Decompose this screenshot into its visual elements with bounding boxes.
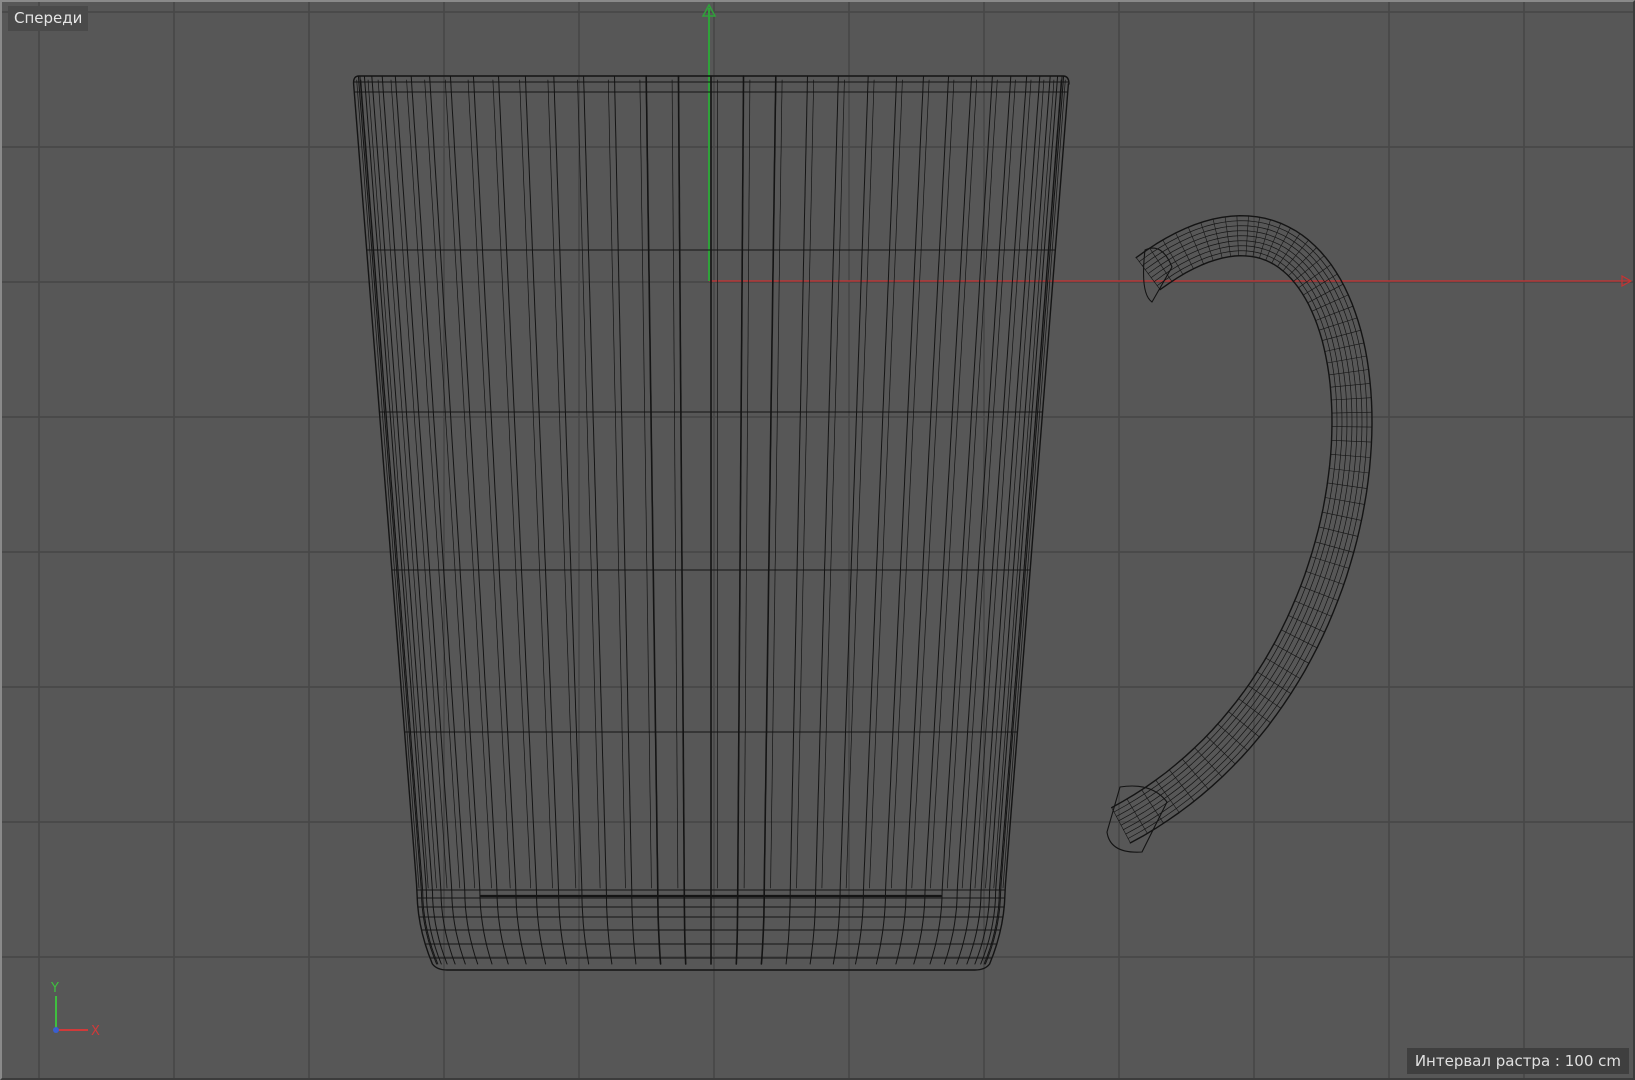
axis-gizmo: Y X bbox=[50, 981, 100, 1038]
mug-handle-segment bbox=[1321, 329, 1362, 341]
mug-handle-segment bbox=[1331, 426, 1373, 428]
gizmo-x-label: X bbox=[91, 1024, 100, 1038]
mug-meridian bbox=[472, 75, 527, 965]
mug-rib bbox=[577, 79, 601, 889]
mug-handle-segment bbox=[1324, 342, 1365, 352]
mug-meridian bbox=[956, 75, 1028, 965]
mug-handle-segment bbox=[1314, 541, 1354, 553]
mug-meridian bbox=[735, 75, 745, 965]
mug-handle-segment bbox=[1310, 556, 1350, 569]
mug-rib bbox=[821, 79, 845, 889]
mug-meridian bbox=[832, 75, 869, 965]
mug-meridian bbox=[583, 75, 613, 965]
mug-handle-segment bbox=[1212, 218, 1223, 259]
mug-meridian bbox=[677, 75, 687, 965]
mug-meridian bbox=[449, 75, 509, 965]
mug-rib bbox=[406, 79, 461, 889]
mug-handle-bottom-joint bbox=[1106, 785, 1168, 853]
front-viewport[interactable]: Спереди Y X Интервал растра : 100 cm bbox=[0, 0, 1635, 1080]
mug-handle-segment bbox=[1293, 255, 1325, 282]
mug-handle-strand bbox=[1118, 240, 1348, 822]
mug-meridian bbox=[553, 75, 590, 965]
mug-handle-segment bbox=[1271, 227, 1291, 264]
mug-rib bbox=[519, 79, 553, 889]
mug-meridian bbox=[524, 75, 567, 965]
mug-handle-segment bbox=[1318, 317, 1358, 331]
mug-handle-segment bbox=[1318, 526, 1359, 537]
mug-meridian bbox=[913, 75, 973, 965]
mug-handle-segment bbox=[1162, 239, 1184, 275]
mug-rib bbox=[869, 79, 903, 889]
mug-handle-segment bbox=[1217, 723, 1248, 752]
mug-handle-strand bbox=[1116, 245, 1343, 817]
mug-handle-segment bbox=[1322, 511, 1362, 521]
mug-handle-segment bbox=[1326, 355, 1367, 364]
mug-meridian bbox=[498, 75, 547, 965]
mug-handle-segment bbox=[1288, 247, 1317, 277]
mug-handle-segment bbox=[1182, 758, 1209, 790]
mug-meridian bbox=[645, 75, 662, 965]
mug-meridian bbox=[394, 75, 466, 965]
mug-handle-top-joint bbox=[1143, 247, 1173, 303]
mug-rib bbox=[444, 79, 492, 889]
mug-handle-segment bbox=[1200, 222, 1214, 261]
mug-meridian bbox=[760, 75, 777, 965]
mug-handle-strand bbox=[1125, 225, 1363, 835]
mug-wireframe[interactable] bbox=[352, 75, 1373, 971]
mug-rib bbox=[639, 79, 652, 889]
mug-handle-segment bbox=[1288, 615, 1325, 633]
gizmo-z-axis-icon bbox=[53, 1027, 59, 1033]
mug-rib bbox=[930, 79, 978, 889]
mug-meridian bbox=[980, 75, 1059, 965]
mug-rib bbox=[492, 79, 531, 889]
gizmo-y-label: Y bbox=[50, 981, 59, 996]
viewport-scene[interactable] bbox=[2, 2, 1633, 1078]
mug-meridian bbox=[895, 75, 950, 965]
mug-rib bbox=[961, 79, 1016, 889]
mug-rib bbox=[770, 79, 783, 889]
mug-handle-segment bbox=[1311, 294, 1349, 312]
mug-handle-segment bbox=[1194, 747, 1223, 778]
mug-rib bbox=[671, 79, 679, 889]
mug-handle-strand bbox=[1111, 255, 1333, 809]
mug-rib bbox=[743, 79, 751, 889]
mug-handle-strand bbox=[1113, 250, 1338, 813]
mug-handle-strand bbox=[1123, 230, 1358, 831]
mug-rib bbox=[547, 79, 577, 889]
mug-handle-segment bbox=[1175, 232, 1194, 270]
grid-interval-readout: Интервал растра : 100 cm bbox=[1406, 1048, 1629, 1074]
view-name-label[interactable]: Спереди bbox=[8, 6, 89, 31]
mug-meridian bbox=[855, 75, 898, 965]
mug-handle-segment bbox=[1273, 643, 1310, 664]
mug-handle-segment bbox=[1111, 807, 1131, 844]
mug-rib bbox=[356, 79, 420, 889]
mug-rib bbox=[1002, 79, 1066, 889]
mug-rib bbox=[891, 79, 930, 889]
mug-handle-segment bbox=[1305, 571, 1345, 585]
mug-meridian bbox=[875, 75, 924, 965]
mug-rib bbox=[845, 79, 875, 889]
mug-handle-segment bbox=[1282, 239, 1309, 272]
mug-handle-strand bbox=[1129, 215, 1373, 844]
mug-meridian bbox=[809, 75, 839, 965]
mug-meridian bbox=[363, 75, 442, 965]
mug-handle-segment bbox=[1324, 497, 1365, 505]
mug-handle-segment bbox=[1281, 629, 1318, 649]
mug-handle-segment bbox=[1307, 283, 1344, 304]
